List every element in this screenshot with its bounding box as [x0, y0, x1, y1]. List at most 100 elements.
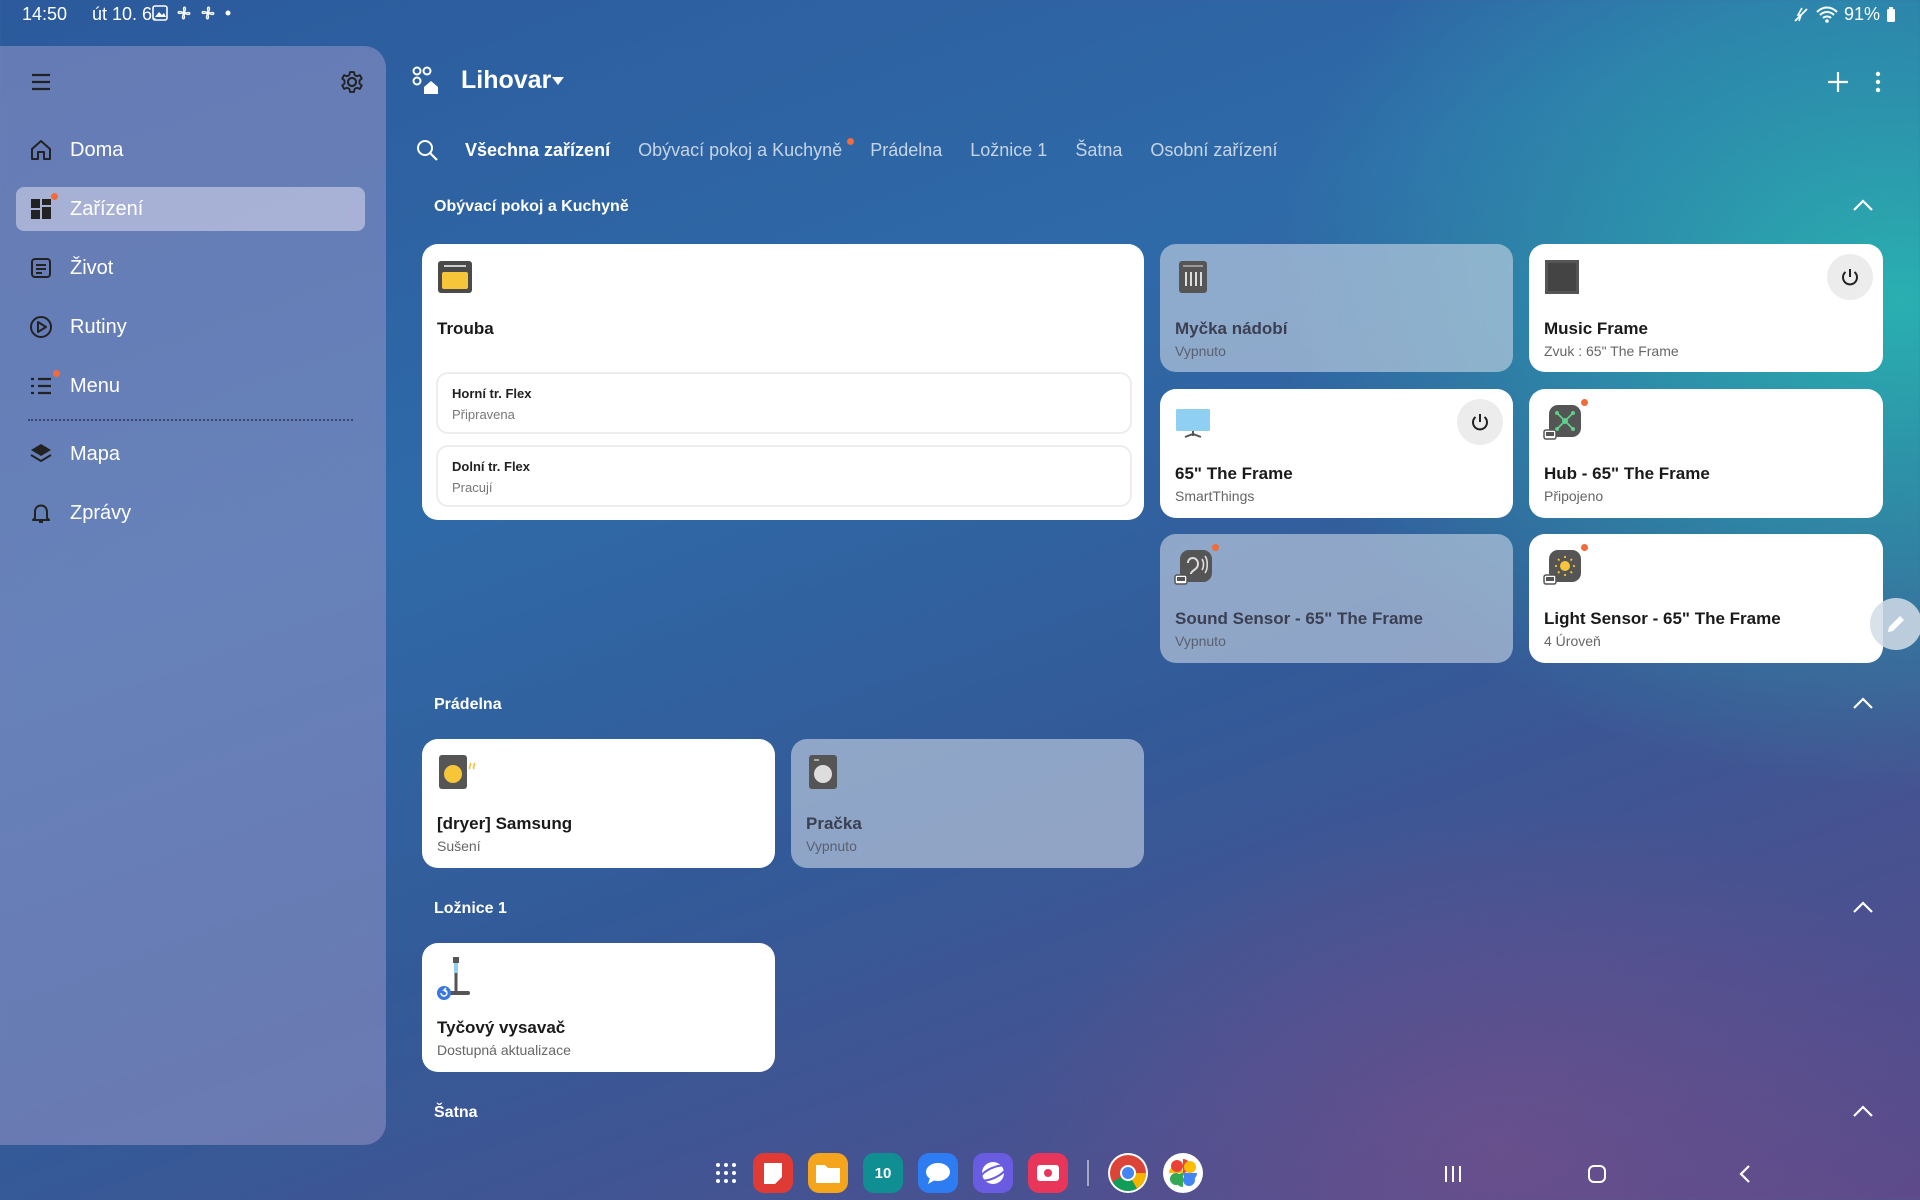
device-name: Pračka: [806, 814, 862, 833]
device-name: Tyčový vysavač: [437, 1018, 566, 1037]
device-name: Trouba: [437, 319, 494, 338]
collapse-chevron-icon[interactable]: [1852, 900, 1874, 914]
battery-level: 91%: [1843, 4, 1880, 24]
tab-living-kitchen[interactable]: Obývací pokoj a Kuchyně: [638, 137, 855, 161]
badge-dot: [51, 193, 58, 200]
device-status: Sušení: [437, 838, 481, 854]
sidebar-item-zarizeni[interactable]: Zařízení: [16, 187, 365, 231]
sidebar-item-rutiny[interactable]: Rutiny: [16, 305, 365, 349]
home-button-icon[interactable]: [1586, 1163, 1608, 1185]
sound-sensor-icon: [1174, 548, 1212, 586]
oven-icon: [436, 258, 474, 296]
tab-closet[interactable]: Šatna: [1075, 140, 1122, 161]
sidebar-item-label: Rutiny: [70, 315, 127, 338]
device-card-tv[interactable]: 65" The Frame SmartThings: [1160, 389, 1513, 518]
home-name[interactable]: Lihovar: [461, 66, 551, 95]
badge-dot: [847, 137, 855, 145]
search-icon[interactable]: [415, 138, 439, 162]
sidebar-divider: [28, 419, 353, 421]
sidebar-item-zivot[interactable]: Život: [16, 246, 365, 290]
sidebar-item-label: Život: [70, 256, 114, 279]
sidebar-item-label: Zprávy: [70, 501, 132, 524]
sidebar-item-label: Doma: [70, 138, 124, 161]
device-card-light-sensor[interactable]: Light Sensor - 65" The Frame 4 Úroveň: [1529, 534, 1883, 663]
collapse-chevron-icon[interactable]: [1852, 198, 1874, 212]
caret-down-icon[interactable]: [551, 76, 565, 86]
photos-app-icon[interactable]: [1163, 1153, 1203, 1193]
dryer-icon: [436, 753, 476, 791]
collapse-chevron-icon[interactable]: [1852, 1104, 1874, 1118]
sidebar-item-label: Menu: [70, 374, 121, 397]
tab-all-devices[interactable]: Všechna zařízení: [465, 140, 610, 161]
internet-app-icon[interactable]: [973, 1153, 1013, 1193]
device-name: 65" The Frame: [1175, 464, 1293, 483]
device-card-dryer[interactable]: [dryer] Samsung Sušení: [422, 739, 775, 868]
system-status: 91%: [1792, 4, 1896, 25]
back-icon[interactable]: [1734, 1163, 1756, 1185]
home-location-icon[interactable]: [412, 66, 440, 96]
screen-recorder-app-icon[interactable]: [1028, 1153, 1068, 1193]
gear-icon[interactable]: [338, 68, 366, 96]
device-status: SmartThings: [1175, 488, 1255, 504]
badge-dot: [1581, 399, 1588, 406]
power-button[interactable]: [1457, 399, 1503, 445]
oven-lower-cavity[interactable]: Dolní tr. Flex Pracují: [436, 445, 1132, 507]
power-button[interactable]: [1827, 254, 1873, 300]
notification-icons: [152, 5, 232, 21]
status-time: 14:50: [22, 4, 68, 24]
sidebar: Doma Zařízení Život Rutiny Menu Mapa Zpr…: [0, 46, 386, 1145]
tab-bedroom[interactable]: Ložnice 1: [970, 140, 1047, 161]
tab-laundry[interactable]: Prádelna: [870, 140, 942, 161]
device-status: 4 Úroveň: [1544, 633, 1601, 649]
flipnote-app-icon[interactable]: [753, 1153, 793, 1193]
sidebar-item-zpravy[interactable]: Zprávy: [16, 491, 365, 535]
device-status: Vypnuto: [1175, 633, 1226, 649]
dot-icon: [224, 9, 232, 17]
chrome-app-icon[interactable]: [1108, 1153, 1148, 1193]
device-card-hub[interactable]: Hub - 65" The Frame Připojeno: [1529, 389, 1883, 518]
messages-app-icon[interactable]: [918, 1153, 958, 1193]
collapse-chevron-icon[interactable]: [1852, 696, 1874, 710]
oven-upper-cavity[interactable]: Horní tr. Flex Připravena: [436, 372, 1132, 434]
device-card-vacuum[interactable]: Tyčový vysavač Dostupná aktualizace: [422, 943, 775, 1072]
routines-icon: [28, 314, 54, 340]
device-card-washer[interactable]: Pračka Vypnuto: [791, 739, 1144, 868]
tv-icon: [1174, 403, 1212, 441]
tab-personal-devices[interactable]: Osobní zařízení: [1150, 140, 1277, 161]
stick-vacuum-icon: [436, 957, 474, 1000]
device-card-oven[interactable]: Trouba Horní tr. Flex Připravena Dolní t…: [422, 244, 1144, 520]
recent-apps-icon[interactable]: [1442, 1163, 1464, 1185]
device-status: Dostupná aktualizace: [437, 1042, 571, 1058]
sub-device-name: Horní tr. Flex: [452, 386, 532, 401]
calendar-day: 10: [874, 1164, 892, 1182]
home-icon: [28, 137, 54, 163]
sidebar-item-doma[interactable]: Doma: [16, 128, 365, 172]
sidebar-item-label: Zařízení: [70, 197, 144, 220]
app-grid-icon[interactable]: [714, 1161, 738, 1185]
fan-icon: [200, 5, 216, 21]
section-title-living: Obývací pokoj a Kuchyně: [434, 198, 629, 215]
device-card-sound-sensor[interactable]: Sound Sensor - 65" The Frame Vypnuto: [1160, 534, 1513, 663]
sub-device-name: Dolní tr. Flex: [452, 459, 531, 474]
sidebar-item-mapa[interactable]: Mapa: [16, 432, 365, 476]
my-files-app-icon[interactable]: [808, 1153, 848, 1193]
sub-device-status: Pracují: [452, 480, 493, 495]
calendar-app-icon[interactable]: 10: [863, 1153, 903, 1193]
section-title-bedroom: Ložnice 1: [434, 900, 507, 917]
badge-dot: [1212, 544, 1219, 551]
device-card-dishwasher[interactable]: Myčka nádobí Vypnuto: [1160, 244, 1513, 372]
menu-list-icon: [28, 370, 60, 399]
device-card-music-frame[interactable]: Music Frame Zvuk : 65" The Frame: [1529, 244, 1883, 372]
sidebar-item-label: Mapa: [70, 442, 121, 465]
hamburger-menu-icon[interactable]: [28, 70, 54, 94]
badge-dot: [53, 370, 60, 377]
add-icon[interactable]: [1826, 70, 1850, 94]
edit-button[interactable]: [1870, 598, 1920, 650]
device-status: Vypnuto: [1175, 343, 1226, 359]
devices-icon: [28, 193, 58, 222]
sidebar-item-menu[interactable]: Menu: [16, 364, 365, 408]
status-bar: 14:50 út 10. 6. 91%: [0, 0, 1920, 30]
device-status: Vypnuto: [806, 838, 857, 854]
more-options-icon[interactable]: [1874, 70, 1882, 94]
device-status: Připojeno: [1544, 488, 1604, 504]
